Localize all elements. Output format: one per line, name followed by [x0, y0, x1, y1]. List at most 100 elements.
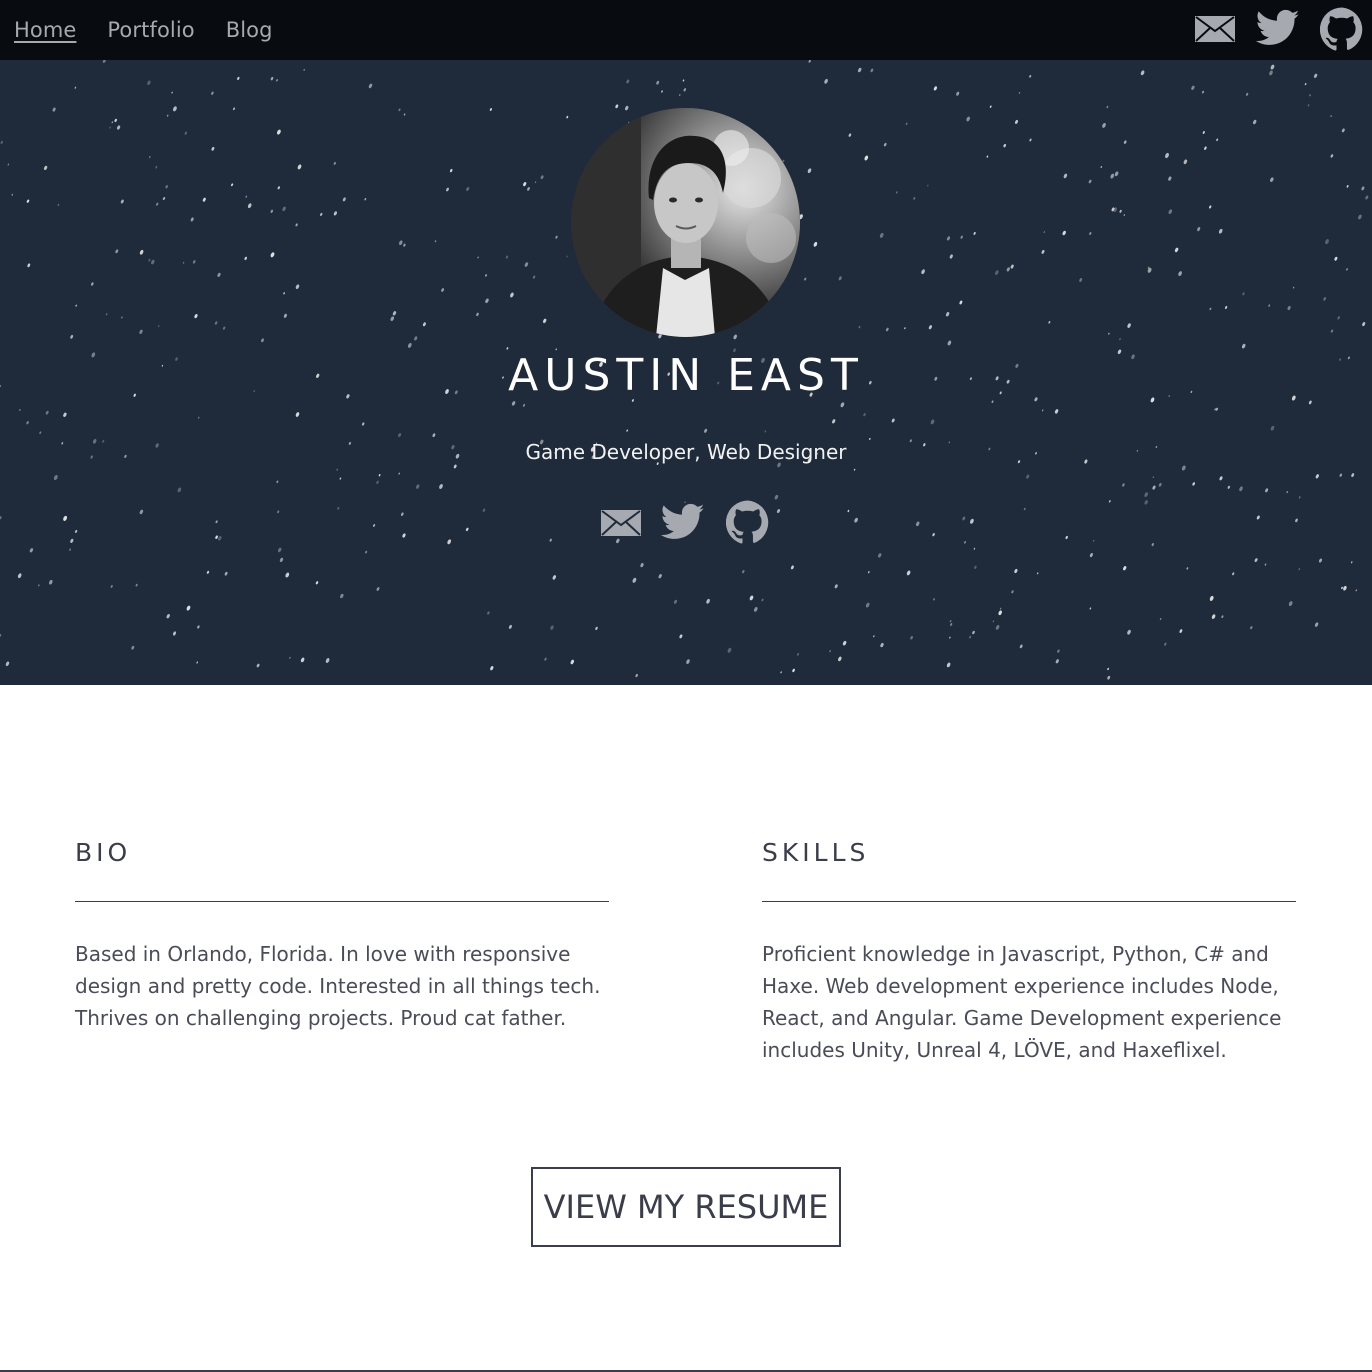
star-speck — [1355, 589, 1358, 592]
star-speck — [1341, 128, 1345, 133]
star-speck — [192, 260, 196, 264]
star-speck — [156, 202, 159, 206]
star-speck — [764, 430, 766, 433]
view-resume-button[interactable]: VIEW MY RESUME — [531, 1167, 841, 1247]
star-speck — [658, 574, 662, 579]
star-speck — [231, 183, 234, 187]
star-speck — [838, 656, 842, 662]
star-speck — [808, 60, 811, 63]
star-speck — [295, 412, 300, 417]
star-speck — [487, 611, 490, 615]
star-speck — [972, 630, 975, 635]
star-speck — [879, 232, 884, 238]
star-speck — [1201, 90, 1205, 94]
star-speck — [1337, 316, 1340, 320]
star-speck — [1029, 138, 1032, 142]
star-speck — [754, 607, 758, 612]
star-speck — [1330, 115, 1332, 118]
star-speck — [834, 584, 838, 589]
star-speck — [552, 575, 556, 580]
github-icon[interactable] — [725, 500, 770, 548]
star-speck — [1361, 186, 1365, 191]
star-speck — [277, 186, 280, 190]
star-speck — [155, 165, 158, 169]
star-speck — [883, 142, 887, 147]
star-speck — [1202, 131, 1205, 134]
skills-text: Proficient knowledge in Javascript, Pyth… — [762, 942, 1282, 1062]
mail-icon[interactable] — [600, 509, 642, 541]
star-speck — [880, 642, 884, 648]
star-speck — [673, 599, 678, 604]
star-speck — [858, 325, 861, 329]
star-speck — [378, 473, 381, 477]
star-speck — [904, 327, 906, 330]
star-speck — [26, 421, 29, 425]
star-speck — [49, 579, 53, 585]
star-speck — [162, 196, 166, 201]
twitter-icon[interactable] — [1255, 9, 1300, 51]
star-speck — [1089, 553, 1093, 558]
star-speck — [197, 625, 200, 629]
star-speck — [949, 254, 953, 259]
star-speck — [277, 129, 281, 135]
star-speck — [171, 91, 173, 94]
star-speck — [39, 431, 42, 434]
star-speck — [476, 312, 479, 317]
star-speck — [1119, 209, 1122, 213]
nav-link-blog[interactable]: Blog — [226, 18, 273, 42]
star-speck — [1127, 629, 1131, 635]
star-speck — [172, 631, 177, 636]
twitter-icon[interactable] — [660, 503, 705, 545]
star-speck — [1264, 563, 1267, 566]
star-speck — [761, 598, 764, 602]
star-speck — [989, 105, 992, 108]
star-speck — [615, 104, 619, 109]
star-speck — [1106, 105, 1109, 109]
star-speck — [114, 118, 117, 123]
star-speck — [1010, 264, 1014, 269]
star-speck — [91, 282, 94, 286]
star-speck — [842, 640, 847, 646]
star-speck — [992, 620, 995, 623]
star-speck — [1242, 292, 1245, 296]
mail-icon[interactable] — [1194, 15, 1236, 47]
star-speck — [1165, 152, 1169, 159]
star-speck — [441, 288, 444, 292]
star-speck — [190, 217, 194, 222]
star-speck — [1298, 496, 1301, 499]
star-speck — [283, 313, 287, 318]
nav-link-portfolio[interactable]: Portfolio — [107, 18, 194, 42]
star-speck — [1168, 176, 1172, 181]
star-speck — [566, 115, 569, 119]
star-speck — [256, 663, 260, 668]
star-speck — [1041, 249, 1045, 254]
star-speck — [999, 607, 1002, 610]
star-speck — [543, 318, 547, 324]
star-speck — [807, 168, 812, 174]
star-speck — [490, 666, 494, 671]
star-speck — [276, 79, 278, 82]
star-speck — [873, 635, 875, 638]
star-speck — [1123, 566, 1127, 571]
star-speck — [1003, 143, 1006, 148]
star-speck — [1298, 568, 1301, 571]
star-speck — [927, 184, 929, 187]
star-speck — [1043, 231, 1045, 234]
star-speck — [1309, 94, 1311, 97]
star-speck — [247, 203, 252, 209]
star-speck — [111, 121, 114, 124]
nav-link-home[interactable]: Home — [14, 18, 76, 42]
skills-divider — [762, 901, 1296, 902]
star-speck — [1006, 267, 1010, 272]
github-icon[interactable] — [1319, 7, 1364, 55]
star-speck — [921, 269, 925, 275]
star-speck — [102, 60, 106, 63]
star-speck — [1183, 159, 1188, 165]
star-speck — [1123, 140, 1127, 144]
star-speck — [211, 91, 214, 95]
star-speck — [151, 259, 155, 265]
star-speck — [1164, 642, 1167, 646]
star-speck — [282, 206, 286, 212]
star-speck — [878, 553, 882, 558]
star-speck — [870, 68, 874, 73]
